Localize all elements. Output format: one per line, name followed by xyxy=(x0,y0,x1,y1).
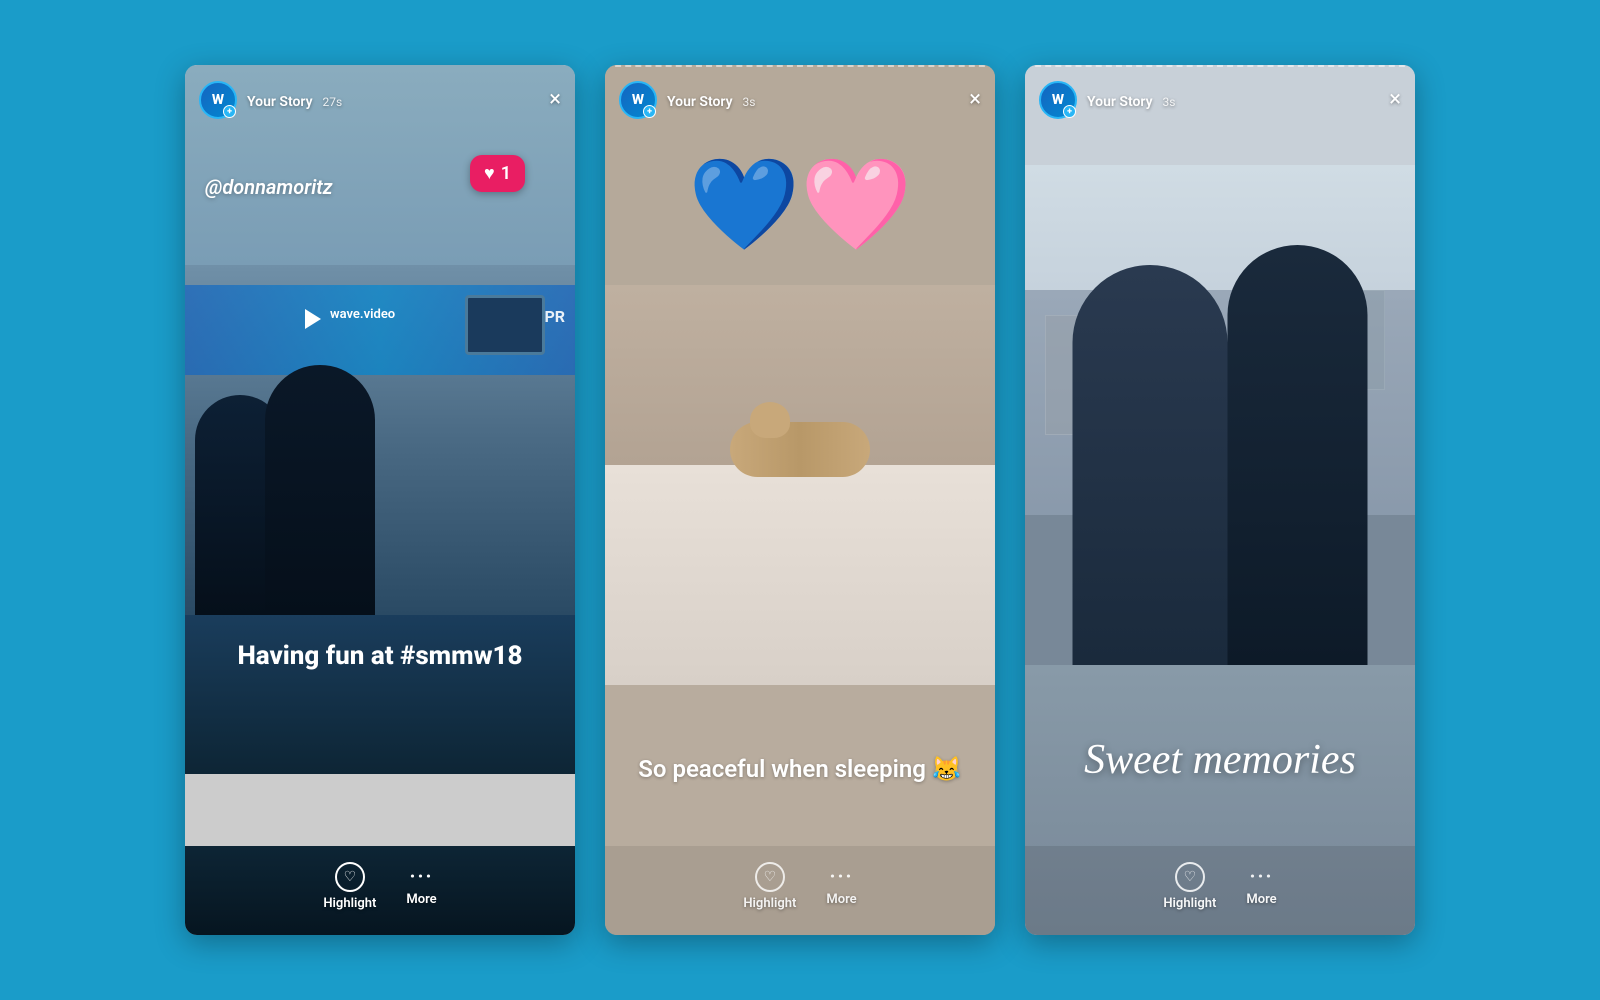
plus-badge-1: + xyxy=(223,105,236,118)
story-caption-1: Having fun at #smmw18 xyxy=(237,640,522,674)
close-button-2[interactable]: × xyxy=(969,89,981,111)
hearts-emoji-2: 💙🩷 xyxy=(688,160,912,250)
heart-outline-2: ♡ xyxy=(764,869,777,885)
highlight-icon-3: ♡ xyxy=(1175,862,1205,892)
more-action-1[interactable]: ··· More xyxy=(406,866,436,907)
story-card-2: W + Your Story 3s × 💙🩷 So peaceful when … xyxy=(605,65,995,935)
plus-badge-3: + xyxy=(1063,105,1076,118)
cat-figure-2 xyxy=(730,422,870,477)
story-meta-3: Your Story 3s xyxy=(1087,91,1389,110)
heart-icon-1: ♥ xyxy=(484,163,495,184)
dotted-progress-line-3 xyxy=(1025,65,1415,67)
heart-outline-3: ♡ xyxy=(1184,869,1197,885)
close-button-1[interactable]: × xyxy=(549,89,561,111)
bed-white-2 xyxy=(605,465,995,685)
cat-scene-2 xyxy=(605,285,995,685)
story-header-3: W + Your Story 3s × xyxy=(1025,73,1415,127)
story-caption-3: Sweet memories xyxy=(1084,735,1356,785)
more-label-2: More xyxy=(826,892,856,907)
pr-text-1: PR xyxy=(544,307,565,326)
highlight-action-3[interactable]: ♡ Highlight xyxy=(1163,862,1216,911)
avatar-1: W + xyxy=(199,81,237,119)
story-time-3: 3s xyxy=(1163,95,1176,109)
more-label-3: More xyxy=(1246,892,1276,907)
wave-video-label-1: wave.video xyxy=(330,307,395,322)
story-card-3: W + Your Story 3s × xyxy=(1025,65,1415,935)
p3-person1 xyxy=(1073,265,1228,665)
plus-badge-2: + xyxy=(643,105,656,118)
caption-area-1: Having fun at #smmw18 xyxy=(185,615,575,774)
notification-count-1: 1 xyxy=(501,163,511,184)
heart-outline-1: ♡ xyxy=(344,869,357,885)
cat-head-2 xyxy=(750,402,790,438)
dotted-progress-line-2 xyxy=(605,65,995,67)
highlight-icon-1: ♡ xyxy=(335,862,365,892)
more-action-2[interactable]: ··· More xyxy=(826,866,856,907)
highlight-action-1[interactable]: ♡ Highlight xyxy=(323,862,376,911)
story-card-1: W + Your Story 27s × @donnamoritz ♥ 1 wa… xyxy=(185,65,575,935)
person-sil-2 xyxy=(265,365,375,615)
story-title-3: Your Story xyxy=(1087,94,1153,110)
story-footer-2: ♡ Highlight ··· More xyxy=(605,846,995,935)
story-footer-1: ♡ Highlight ··· More xyxy=(185,846,575,935)
highlight-label-3: Highlight xyxy=(1163,896,1216,911)
avatar-2: W + xyxy=(619,81,657,119)
story-meta-1: Your Story 27s xyxy=(247,91,549,110)
stories-container: W + Your Story 27s × @donnamoritz ♥ 1 wa… xyxy=(185,65,1415,935)
monitor-1 xyxy=(465,295,545,355)
more-action-3[interactable]: ··· More xyxy=(1246,866,1276,907)
dots-icon-1: ··· xyxy=(409,866,433,886)
highlight-label-2: Highlight xyxy=(743,896,796,911)
logo-text-3: W xyxy=(1052,92,1064,108)
story-time-2: 3s xyxy=(743,95,756,109)
mention-tag-1: @donnamoritz xyxy=(205,175,333,199)
logo-text-2: W xyxy=(632,92,644,108)
photo-area-1: wave.video PR xyxy=(185,265,575,615)
dots-icon-2: ··· xyxy=(829,866,853,886)
outdoor-photo-3 xyxy=(1025,165,1415,665)
story-title-1: Your Story xyxy=(247,94,313,110)
story-title-2: Your Story xyxy=(667,94,733,110)
play-icon-1 xyxy=(305,309,321,329)
story-meta-2: Your Story 3s xyxy=(667,91,969,110)
logo-text-1: W xyxy=(212,92,224,108)
highlight-label-1: Highlight xyxy=(323,896,376,911)
avatar-3: W + xyxy=(1039,81,1077,119)
more-label-1: More xyxy=(406,892,436,907)
highlight-icon-2: ♡ xyxy=(755,862,785,892)
notification-badge-1: ♥ 1 xyxy=(470,155,525,192)
story-time-1: 27s xyxy=(323,95,343,109)
people-photo-3 xyxy=(1073,245,1368,665)
story-header-1: W + Your Story 27s × xyxy=(185,73,575,127)
story-footer-3: ♡ Highlight ··· More xyxy=(1025,846,1415,935)
highlight-action-2[interactable]: ♡ Highlight xyxy=(743,862,796,911)
p3-person2 xyxy=(1228,245,1368,665)
dots-icon-3: ··· xyxy=(1249,866,1273,886)
story-caption-2: So peaceful when sleeping 😹 xyxy=(638,753,962,787)
story-header-2: W + Your Story 3s × xyxy=(605,73,995,127)
close-button-3[interactable]: × xyxy=(1389,89,1401,111)
